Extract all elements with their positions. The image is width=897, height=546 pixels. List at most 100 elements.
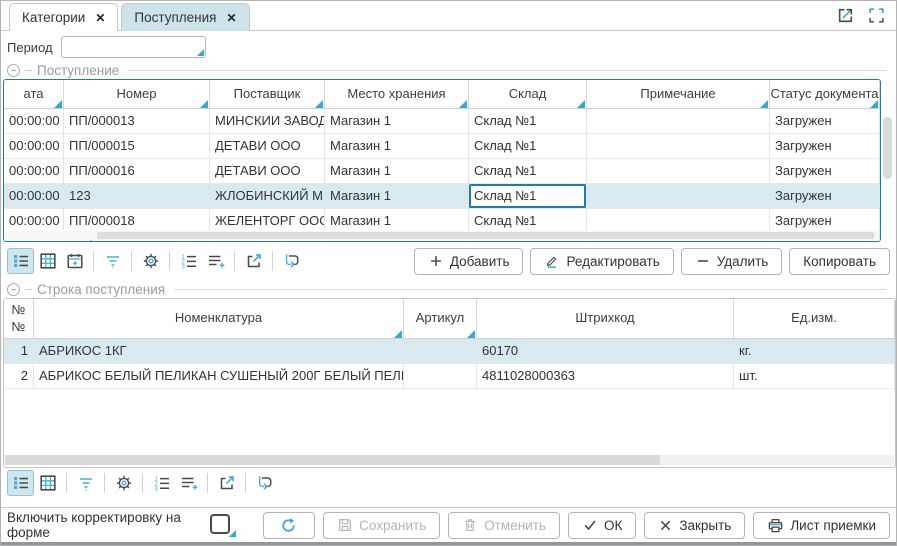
column-header[interactable]: Место хранения [325,80,469,109]
table-cell[interactable]: Загружен [770,159,880,184]
numbered-list-icon[interactable]: 1 2 3 [175,248,202,274]
table-cell[interactable]: ПП/000013 [64,109,210,134]
column-header[interactable]: Статус документа [770,80,880,109]
horizontal-scrollbar[interactable] [5,231,879,240]
table-cell[interactable]: 00:00:00 [4,159,64,184]
reload-icon[interactable] [251,470,278,496]
add-row-icon[interactable] [202,248,229,274]
reload-icon[interactable] [278,248,305,274]
table-row[interactable]: 00:00:00ПП/000013МИНСКИИ ЗАВОДМагазин 1С… [4,109,880,134]
table-cell[interactable]: 123 [64,184,210,209]
fullscreen-icon[interactable] [867,6,886,25]
table-cell[interactable]: Загружен [770,109,880,134]
table-cell[interactable]: ПП/000016 [64,159,210,184]
table-cell[interactable] [587,159,770,184]
table-cell[interactable]: 00:00:00 [4,184,64,209]
table-cell[interactable]: 00:00:00 [4,134,64,159]
table-cell[interactable] [404,364,477,389]
settings-gear-icon[interactable] [110,470,137,496]
vertical-scrollbar[interactable] [881,79,894,242]
table-row[interactable]: 00:00:00ПП/000015ДЕТАВИ ОООМагазин 1Скла… [4,134,880,159]
scrollbar-thumb[interactable] [97,232,874,239]
grid-view-icon[interactable] [34,470,61,496]
collapse-icon[interactable] [7,64,20,77]
open-in-new-window-icon[interactable] [836,6,855,25]
list-view-icon[interactable] [7,248,34,274]
table-row[interactable]: 1АБРИКОС 1КГ 60170кг. [4,339,895,364]
add-button[interactable]: Добавить [414,248,524,275]
table-cell[interactable]: шт. [734,364,895,389]
delete-button[interactable]: Удалить [681,248,783,275]
save-button[interactable]: Сохранить [323,512,440,539]
refresh-button[interactable] [263,512,316,539]
numbered-list-icon[interactable]: 1 2 3 [148,470,175,496]
tab-close-icon[interactable]: ✕ [226,11,236,25]
table-row[interactable]: 2АБРИКОС БЕЛЫЙ ПЕЛИКАН СУШЕНЫЙ 200Г БЕЛЫ… [4,364,895,389]
grid-view-icon[interactable] [34,248,61,274]
open-external-icon[interactable] [240,248,267,274]
filter-icon[interactable] [99,248,126,274]
tab-categories[interactable]: Категории ✕ [9,3,118,31]
settings-gear-icon[interactable] [137,248,164,274]
collapse-icon[interactable] [7,283,20,296]
table-cell[interactable]: ДЕТАВИ ООО [210,159,325,184]
table-cell[interactable] [587,134,770,159]
column-header[interactable]: Поставщик [210,80,325,109]
table-cell[interactable]: АБРИКОС 1КГ [34,339,404,364]
table-cell[interactable]: 00:00:00 [4,109,64,134]
scrollbar-thumb[interactable] [5,455,660,465]
horizontal-scrollbar[interactable] [5,455,894,465]
column-header[interactable]: Ед.изм. [734,299,895,339]
table-cell[interactable]: ДЕТАВИ ООО [210,134,325,159]
list-view-icon[interactable] [7,470,34,496]
column-header[interactable]: Номер [64,80,210,109]
table-cell[interactable]: Загружен [770,134,880,159]
table-cell[interactable]: 60170 [477,339,734,364]
table-cell[interactable]: 4811028000363 [477,364,734,389]
table-cell[interactable]: Магазин 1 [325,134,469,159]
table-cell[interactable]: Склад №1 [469,109,587,134]
column-header[interactable]: Штрихкод [477,299,734,339]
ok-button[interactable]: ОК [568,512,636,539]
column-header[interactable]: Склад [469,80,587,109]
column-header[interactable]: Примечание [587,80,770,109]
filter-icon[interactable] [72,470,99,496]
cancel-button[interactable]: Отменить [448,512,560,539]
table-cell[interactable]: Магазин 1 [325,159,469,184]
table-cell[interactable]: Склад №1 [469,134,587,159]
edit-button[interactable]: Редактировать [530,248,673,275]
column-header[interactable]: Артикул [404,299,477,339]
tab-close-icon[interactable]: ✕ [95,11,105,25]
column-header[interactable]: № № [4,299,34,339]
open-external-icon[interactable] [213,470,240,496]
table-cell[interactable]: Загружен [770,184,880,209]
add-row-icon[interactable] [175,470,202,496]
table-cell[interactable]: АБРИКОС БЕЛЫЙ ПЕЛИКАН СУШЕНЫЙ 200Г БЕЛЫЙ… [34,364,404,389]
period-input[interactable] [61,36,206,58]
table-cell[interactable]: кг. [734,339,895,364]
column-header[interactable]: ата [4,80,64,109]
column-header[interactable]: Номенклатура [34,299,404,339]
table-cell[interactable] [404,339,477,364]
table-row[interactable]: 00:00:00ПП/000016ДЕТАВИ ОООМагазин 1Скла… [4,159,880,184]
table-cell[interactable]: ПП/000015 [64,134,210,159]
table-cell[interactable]: 1 [4,339,34,364]
table-cell[interactable]: 2 [4,364,34,389]
table-cell[interactable] [587,184,770,209]
scrollbar-thumb[interactable] [883,117,892,179]
table-cell[interactable]: Склад №1 [469,184,587,209]
close-button[interactable]: Закрыть [644,512,745,539]
receipts-table[interactable]: атаНомерПоставщикМесто храненияСкладПрим… [3,79,881,242]
acceptance-sheet-button[interactable]: Лист приемки [753,512,890,539]
table-cell[interactable]: ЖЛОБИНСКИЙ М. [210,184,325,209]
table-cell[interactable]: Склад №1 [469,159,587,184]
copy-button[interactable]: Копировать [789,248,890,275]
tab-receipts[interactable]: Поступления ✕ [121,3,249,31]
table-cell[interactable] [587,109,770,134]
table-cell[interactable]: Магазин 1 [325,184,469,209]
lines-table[interactable]: № №НоменклатураАртикулШтрихкодЕд.изм. 1А… [3,298,896,468]
table-cell[interactable]: МИНСКИИ ЗАВОД [210,109,325,134]
table-row[interactable]: 00:00:00123ЖЛОБИНСКИЙ М.Магазин 1Склад №… [4,184,880,209]
table-cell[interactable]: Магазин 1 [325,109,469,134]
correction-checkbox[interactable] [207,512,237,538]
